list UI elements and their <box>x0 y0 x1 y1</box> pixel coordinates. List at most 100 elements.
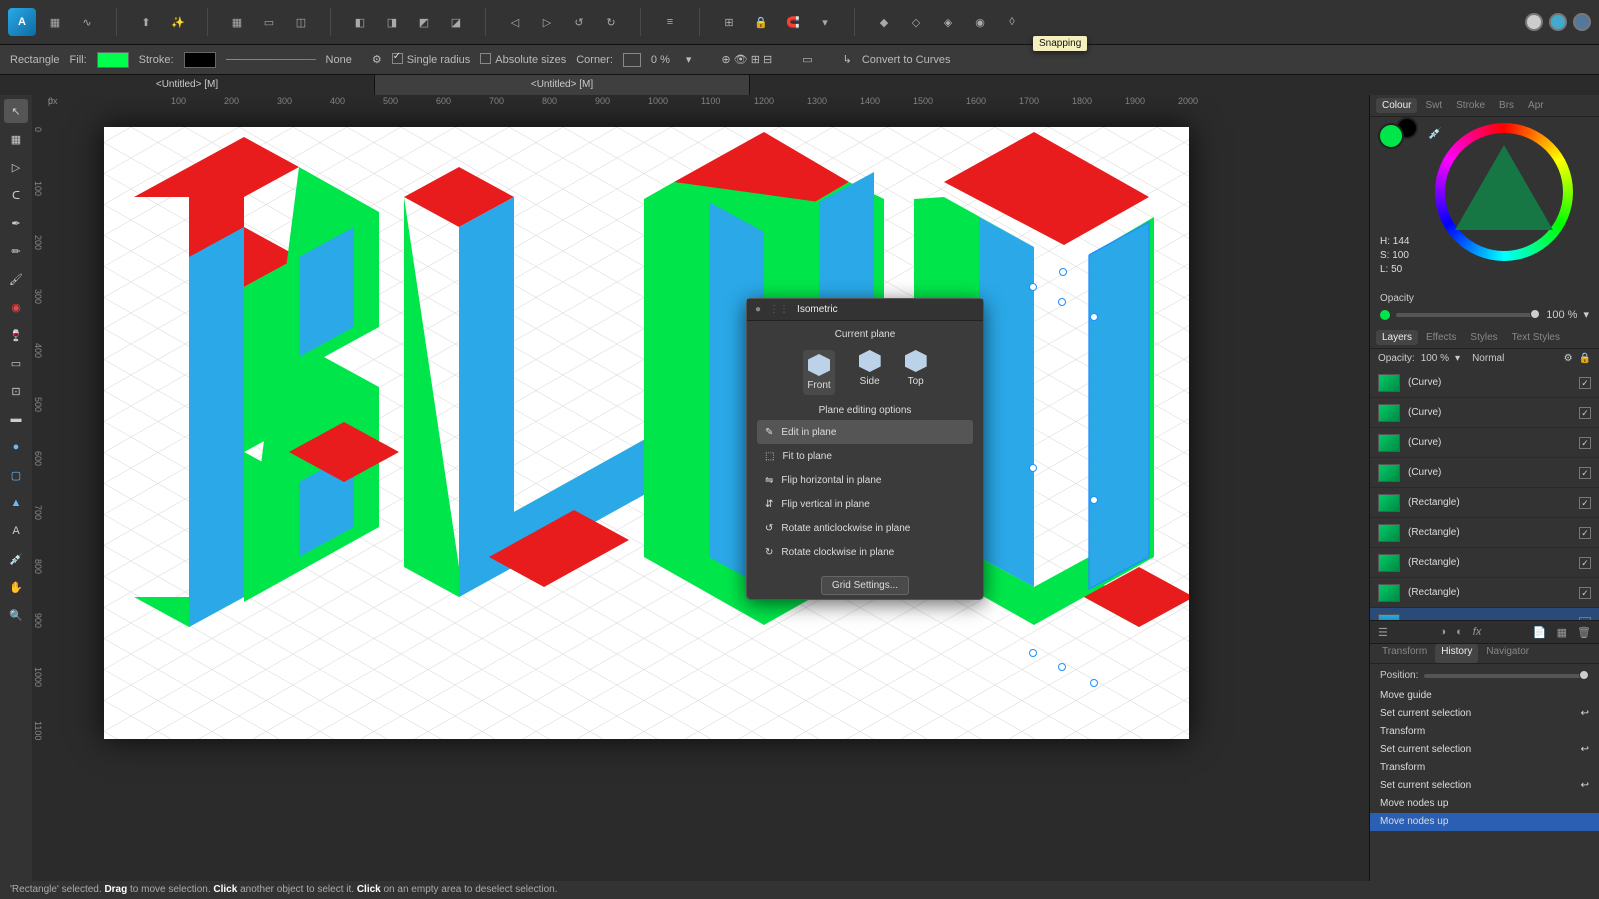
close-icon[interactable]: ● <box>755 304 761 315</box>
rotate-cw-plane-button[interactable]: ↻Rotate clockwise in plane <box>757 540 973 564</box>
selection-node[interactable] <box>1029 464 1037 472</box>
text-tool-icon[interactable]: A <box>4 519 28 543</box>
panel-drag-icon[interactable]: ⋮⋮ <box>769 304 789 315</box>
fx-icon[interactable]: fx <box>1473 626 1482 638</box>
selection-node[interactable] <box>1059 268 1067 276</box>
mask-icon[interactable]: ◑ <box>1439 626 1446 638</box>
history-item[interactable]: Transform <box>1370 759 1599 777</box>
tab-text-styles[interactable]: Text Styles <box>1506 330 1566 345</box>
opacity-value[interactable]: 100 % <box>1546 309 1577 321</box>
history-slider[interactable] <box>1424 674 1589 678</box>
edit-in-plane-button[interactable]: ✎Edit in plane <box>757 420 973 444</box>
boolean-add-icon[interactable]: ◆ <box>871 9 897 35</box>
flip-h-icon[interactable]: ◁ <box>502 9 528 35</box>
arrange-forward-icon[interactable]: ◩ <box>411 9 437 35</box>
layer-opacity-value[interactable]: 100 % <box>1421 353 1449 364</box>
layer-row[interactable]: (Rectangle)✓ <box>1370 518 1599 548</box>
brush-tool-icon[interactable]: 🖌 <box>4 267 28 291</box>
selection-node[interactable] <box>1058 663 1066 671</box>
canvas[interactable] <box>104 127 1189 739</box>
selection-node[interactable] <box>1090 496 1098 504</box>
adjustment-icon[interactable]: ◐ <box>1456 626 1463 638</box>
boolean-sub-icon[interactable]: ◇ <box>903 9 929 35</box>
stroke-width-preview[interactable] <box>226 59 316 60</box>
corner-value[interactable]: 0 % <box>651 54 670 66</box>
tab-brushes[interactable]: Brs <box>1493 98 1520 113</box>
perspective-icon[interactable]: ◫ <box>288 9 314 35</box>
fill-swatch[interactable] <box>97 52 129 68</box>
history-item[interactable]: Move guide <box>1370 687 1599 705</box>
fit-to-plane-button[interactable]: ⬚Fit to plane <box>757 444 973 468</box>
selection-node[interactable] <box>1090 679 1098 687</box>
add-layer-icon[interactable]: 📄 <box>1533 626 1547 639</box>
tab-appearance[interactable]: Apr <box>1522 98 1550 113</box>
arrange-front-icon[interactable]: ◪ <box>443 9 469 35</box>
history-item[interactable]: Set current selection↩ <box>1370 777 1599 795</box>
plane-side-button[interactable]: Side <box>859 350 881 395</box>
pen-tool-icon[interactable]: ✒ <box>4 211 28 235</box>
stroke-swatch[interactable] <box>184 52 216 68</box>
flip-v-icon[interactable]: ▷ <box>534 9 560 35</box>
opacity-slider[interactable] <box>1396 313 1540 317</box>
rotate-ccw-icon[interactable]: ↺ <box>566 9 592 35</box>
align-icon[interactable]: ≡ <box>657 9 683 35</box>
arrange-backward-icon[interactable]: ◨ <box>379 9 405 35</box>
delete-layer-icon[interactable]: 🗑 <box>1577 626 1591 639</box>
flip-h-plane-button[interactable]: ⇋Flip horizontal in plane <box>757 468 973 492</box>
tab-history[interactable]: History <box>1435 644 1478 663</box>
boolean-div-icon[interactable]: ◊ <box>999 9 1025 35</box>
link-icon[interactable]: ∿ <box>74 9 100 35</box>
history-item[interactable]: Move nodes up <box>1370 795 1599 813</box>
persona-designer-icon[interactable] <box>1525 13 1543 31</box>
eyedropper-icon[interactable]: 💉 <box>1428 127 1442 140</box>
convert-curves-button[interactable]: Convert to Curves <box>862 54 951 66</box>
node-tool-icon[interactable]: ▷ <box>4 155 28 179</box>
absolute-sizes-checkbox[interactable]: Absolute sizes <box>480 53 566 66</box>
history-item[interactable]: Transform <box>1370 723 1599 741</box>
layer-row[interactable]: (Rectangle)✓ <box>1370 488 1599 518</box>
layer-row[interactable]: (Rectangle)✓ <box>1370 578 1599 608</box>
fill-colour-circle[interactable] <box>1378 123 1404 149</box>
eyedropper-tool-icon[interactable]: 💉 <box>4 547 28 571</box>
snap-lock-icon[interactable]: 🔒 <box>748 9 774 35</box>
boolean-xor-icon[interactable]: ◉ <box>967 9 993 35</box>
layer-row[interactable]: (Curve)✓ <box>1370 368 1599 398</box>
layer-row[interactable]: (Curve)✓ <box>1370 428 1599 458</box>
upload-icon[interactable]: ⬆ <box>133 9 159 35</box>
tab-styles[interactable]: Styles <box>1464 330 1503 345</box>
layer-row[interactable]: (Rectangle)✓ <box>1370 548 1599 578</box>
group-icon[interactable]: ▦ <box>1557 626 1567 639</box>
plane-front-button[interactable]: Front <box>803 350 834 395</box>
grid-toolbar-icon[interactable]: ▦ <box>42 9 68 35</box>
transparency-tool-icon[interactable]: 🍷 <box>4 323 28 347</box>
grid-settings-button[interactable]: Grid Settings... <box>821 576 909 595</box>
blend-mode-dropdown[interactable]: Normal <box>1472 353 1504 364</box>
history-item[interactable]: Set current selection↩ <box>1370 705 1599 723</box>
snap-grid-icon[interactable]: ⊞ <box>716 9 742 35</box>
tab-stroke[interactable]: Stroke <box>1450 98 1491 113</box>
tab-transform[interactable]: Transform <box>1376 644 1433 663</box>
doc-tab-1[interactable]: <Untitled> [M] <box>375 75 750 95</box>
artboard-tool-icon[interactable]: ▦ <box>4 127 28 151</box>
stroke-value[interactable]: None <box>326 54 352 66</box>
pencil-tool-icon[interactable]: ✏ <box>4 239 28 263</box>
fill-tool-icon[interactable]: ◉ <box>4 295 28 319</box>
shape-ellipse-tool-icon[interactable]: ● <box>4 435 28 459</box>
snapping-icon[interactable]: 🧲 <box>780 9 806 35</box>
hand-tool-icon[interactable]: ✋ <box>4 575 28 599</box>
tab-effects[interactable]: Effects <box>1420 330 1462 345</box>
history-item[interactable]: Move nodes up <box>1370 813 1599 831</box>
crop-tool-icon[interactable]: ⊡ <box>4 379 28 403</box>
persona-pixel-icon[interactable] <box>1549 13 1567 31</box>
colour-wheel[interactable] <box>1435 123 1573 261</box>
tab-layers[interactable]: Layers <box>1376 330 1418 345</box>
selection-node[interactable] <box>1029 283 1037 291</box>
plane-top-button[interactable]: Top <box>905 350 927 395</box>
doc-tab-0[interactable]: <Untitled> [M] <box>0 75 375 95</box>
single-radius-checkbox[interactable]: Single radius <box>392 53 471 66</box>
layer-row[interactable]: (Curve)✓ <box>1370 458 1599 488</box>
zoom-tool-icon[interactable]: 🔍 <box>4 603 28 627</box>
selection-node[interactable] <box>1029 649 1037 657</box>
bounds-icon[interactable]: ▭ <box>256 9 282 35</box>
place-image-tool-icon[interactable]: ▭ <box>4 351 28 375</box>
